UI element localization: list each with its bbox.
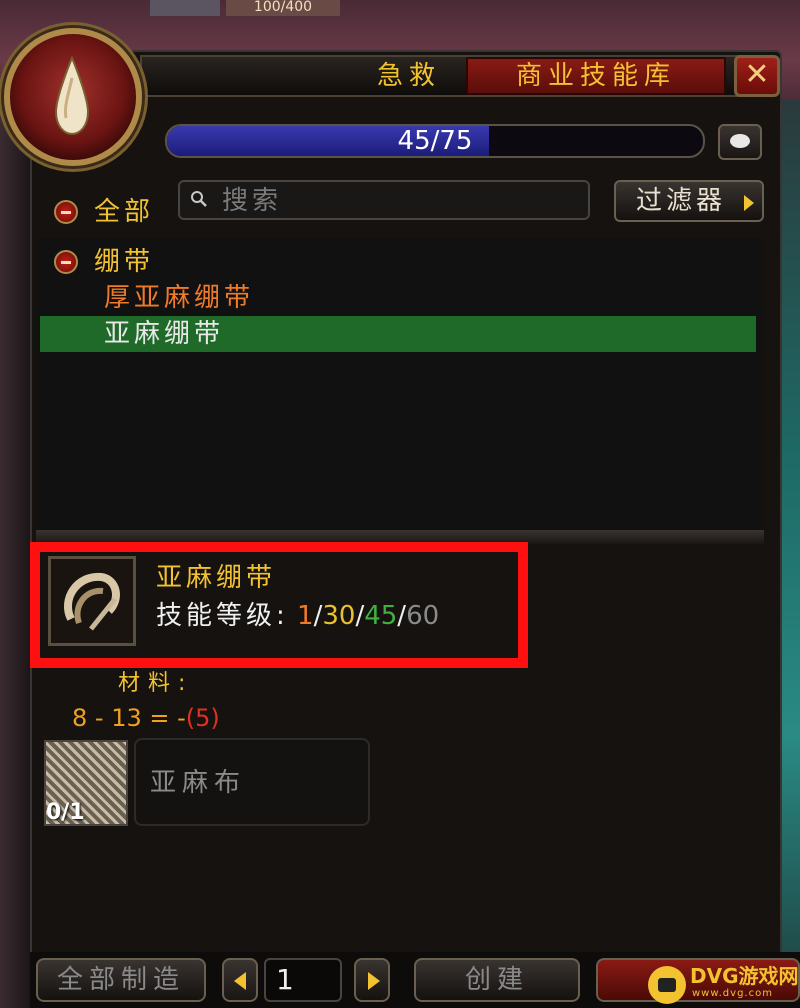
increment-button[interactable] [354, 958, 390, 1002]
category-all[interactable]: 全部 [94, 194, 154, 230]
highlight-box [30, 542, 528, 668]
unit-portrait [150, 0, 220, 16]
game-backdrop-left [0, 100, 30, 1008]
material-name: 亚麻布 [150, 768, 247, 798]
search-icon [191, 191, 207, 207]
close-button[interactable]: ✕ [734, 55, 780, 97]
create-all-button[interactable]: 全部制造 [36, 958, 206, 1002]
skill-progress-bar: 45/75 [165, 124, 705, 158]
create-button[interactable]: 创建 [414, 958, 580, 1002]
skill-progress-text: 45/75 [397, 126, 473, 156]
tab-tradeskill-library[interactable]: 商业技能库 [466, 57, 726, 95]
watermark-text: DVG游戏网 [690, 964, 799, 988]
chevron-right-icon [744, 195, 754, 211]
material-count: 0/1 [46, 800, 85, 825]
collapse-all-icon[interactable] [54, 200, 78, 224]
filter-button[interactable]: 过滤器 [614, 180, 764, 222]
first-aid-profession-icon [4, 28, 142, 166]
tab-first-aid[interactable]: 急救 [354, 57, 464, 95]
chevron-right-icon [368, 972, 380, 990]
watermark-logo-icon [648, 966, 686, 1004]
formula-prefix: 8 - 13 = - [72, 704, 186, 732]
category-bandages[interactable]: 绷带 [94, 244, 154, 280]
recipe-linen-bandage-selected[interactable]: 亚麻绷带 [40, 316, 756, 352]
unit-health-text: 100/400 [226, 0, 340, 16]
filter-button-label: 过滤器 [636, 186, 727, 216]
site-watermark: DVG游戏网 www.dvg.com [648, 960, 800, 1008]
search-box[interactable] [178, 180, 590, 220]
blood-drop-icon [54, 56, 90, 136]
collapse-category-icon[interactable] [54, 250, 78, 274]
search-input[interactable] [220, 184, 584, 218]
link-to-chat-button[interactable] [718, 124, 762, 160]
quantity-input[interactable]: 1 [264, 958, 342, 1002]
chat-bubble-icon [730, 134, 750, 148]
recipe-heavy-linen-bandage[interactable]: 厚亚麻绷带 [104, 280, 254, 316]
watermark-subtext: www.dvg.com [692, 988, 773, 999]
formula-negative: (5) [185, 704, 220, 732]
unit-frame: 100/400 [150, 0, 340, 16]
decrement-button[interactable] [222, 958, 258, 1002]
materials-formula: 8 - 13 = -(5) [72, 702, 220, 734]
materials-title: 材料: [118, 671, 194, 696]
chevron-left-icon [234, 972, 246, 990]
